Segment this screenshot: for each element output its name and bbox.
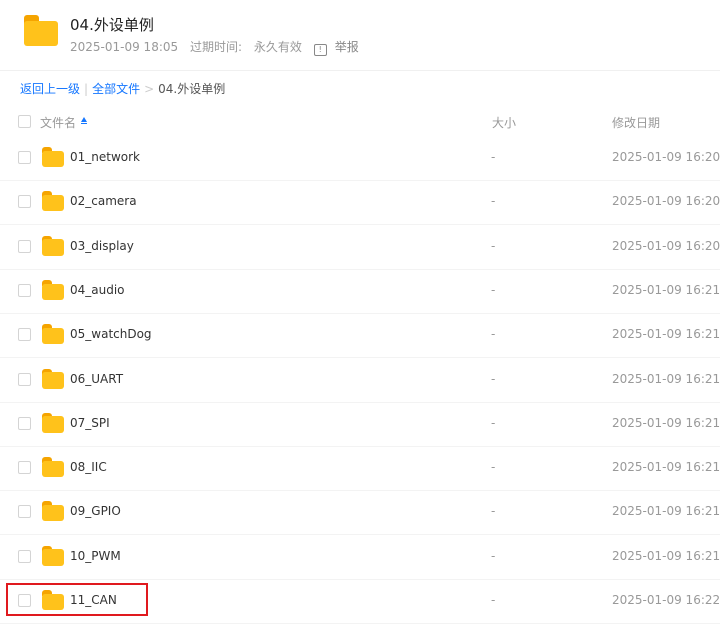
folder-icon <box>42 590 64 610</box>
file-row[interactable]: 03_display - 2025-01-09 16:20 <box>0 225 720 270</box>
file-row[interactable]: 09_GPIO - 2025-01-09 16:21 <box>0 490 720 536</box>
file-date: 2025-01-09 16:20 <box>612 194 720 209</box>
folder-icon <box>42 368 64 389</box>
row-checkbox[interactable] <box>18 461 31 475</box>
row-checkbox[interactable] <box>18 416 31 430</box>
report-button[interactable]: ! 举报 <box>313 40 367 56</box>
file-row[interactable]: 11_CAN - 2025-01-09 16:22 <box>0 579 720 624</box>
all-files-link[interactable]: 全部文件 <box>92 82 140 96</box>
row-checkbox[interactable] <box>18 195 31 209</box>
file-size: - <box>491 371 496 386</box>
breadcrumb-separator: > <box>144 82 155 96</box>
file-date: 2025-01-09 16:20 <box>612 150 720 164</box>
file-name[interactable]: 02_camera <box>70 194 137 208</box>
file-row[interactable]: 01_network - 2025-01-09 16:20 <box>0 136 720 181</box>
file-date: 2025-01-09 16:21 <box>612 371 720 386</box>
file-row[interactable]: 02_camera - 2025-01-09 16:20 <box>0 180 720 226</box>
file-name[interactable]: 06_UART <box>70 372 123 386</box>
file-list-header: 文件名 大小 修改日期 <box>0 108 720 134</box>
file-row[interactable]: 06_UART - 2025-01-09 16:21 <box>0 358 720 403</box>
file-row[interactable]: 10_PWM - 2025-01-09 16:21 <box>0 535 720 580</box>
breadcrumb-separator: | <box>84 82 89 96</box>
file-size: - <box>491 415 496 430</box>
file-name[interactable]: 08_IIC <box>70 460 107 474</box>
file-name[interactable]: 11_CAN <box>70 593 117 607</box>
row-checkbox[interactable] <box>18 594 31 607</box>
file-date: 2025-01-09 16:21 <box>612 282 720 297</box>
row-checkbox[interactable] <box>18 549 31 563</box>
back-link[interactable]: 返回上一级 <box>20 82 80 96</box>
folder-icon <box>42 412 64 433</box>
file-size: - <box>491 504 496 519</box>
expire-value: 永久有效 <box>253 40 302 54</box>
folder-icon <box>42 545 64 566</box>
folder-icon <box>42 279 64 300</box>
file-name[interactable]: 04_audio <box>70 283 125 297</box>
row-checkbox[interactable] <box>18 505 31 519</box>
select-all-checkbox[interactable] <box>18 115 31 128</box>
file-date: 2025-01-09 16:21 <box>612 548 720 563</box>
folder-icon <box>42 501 64 522</box>
page-title: 04.外设单例 <box>70 16 154 34</box>
share-meta: 2025-01-09 18:05 过期时间: 永久有效 ! 举报 <box>70 38 375 56</box>
file-size: - <box>491 593 496 607</box>
file-row[interactable]: 04_audio - 2025-01-09 16:21 <box>0 269 720 314</box>
file-row[interactable]: 05_watchDog - 2025-01-09 16:21 <box>0 313 720 359</box>
folder-icon <box>42 324 64 345</box>
file-date: 2025-01-09 16:21 <box>612 504 720 519</box>
file-name[interactable]: 01_network <box>70 150 140 164</box>
file-size: - <box>491 194 496 209</box>
row-checkbox[interactable] <box>18 283 31 297</box>
share-date: 2025-01-09 18:05 <box>70 40 179 54</box>
breadcrumb-current: 04.外设单例 <box>158 82 226 96</box>
file-name[interactable]: 03_display <box>70 239 134 253</box>
share-header: 04.外设单例 2025-01-09 18:05 过期时间: 永久有效 ! 举报 <box>0 0 720 71</box>
folder-icon <box>24 15 58 46</box>
row-checkbox[interactable] <box>18 239 31 253</box>
file-name[interactable]: 07_SPI <box>70 416 110 430</box>
file-date: 2025-01-09 16:20 <box>612 238 720 253</box>
report-label: 举报 <box>334 40 359 54</box>
file-size: - <box>491 282 496 297</box>
warning-icon: ! <box>313 44 327 56</box>
file-size: - <box>491 460 496 475</box>
file-date: 2025-01-09 16:21 <box>612 460 720 475</box>
file-size: - <box>491 327 496 342</box>
column-size-header: 大小 <box>492 116 517 130</box>
folder-icon <box>42 457 64 478</box>
file-name[interactable]: 05_watchDog <box>70 327 152 341</box>
file-row[interactable]: 08_IIC - 2025-01-09 16:21 <box>0 446 720 492</box>
sort-ascending-icon[interactable] <box>81 117 87 124</box>
file-size: - <box>491 548 496 563</box>
file-date: 2025-01-09 16:22 <box>612 593 720 607</box>
column-date-header: 修改日期 <box>612 116 661 130</box>
folder-icon <box>42 191 64 212</box>
folder-icon <box>42 147 64 167</box>
row-checkbox[interactable] <box>18 372 31 386</box>
column-name-header[interactable]: 文件名 <box>40 114 76 131</box>
breadcrumb: 返回上一级 | 全部文件 >04.外设单例 <box>20 80 225 97</box>
file-name[interactable]: 10_PWM <box>70 549 121 563</box>
file-date: 2025-01-09 16:21 <box>612 415 720 430</box>
folder-icon <box>42 235 64 256</box>
file-name[interactable]: 09_GPIO <box>70 504 121 518</box>
file-row[interactable]: 07_SPI - 2025-01-09 16:21 <box>0 402 720 447</box>
file-date: 2025-01-09 16:21 <box>612 327 720 342</box>
file-size: - <box>491 238 496 253</box>
row-checkbox[interactable] <box>18 151 31 164</box>
expire-label: 过期时间: <box>189 40 243 54</box>
file-size: - <box>491 150 496 164</box>
row-checkbox[interactable] <box>18 328 31 342</box>
